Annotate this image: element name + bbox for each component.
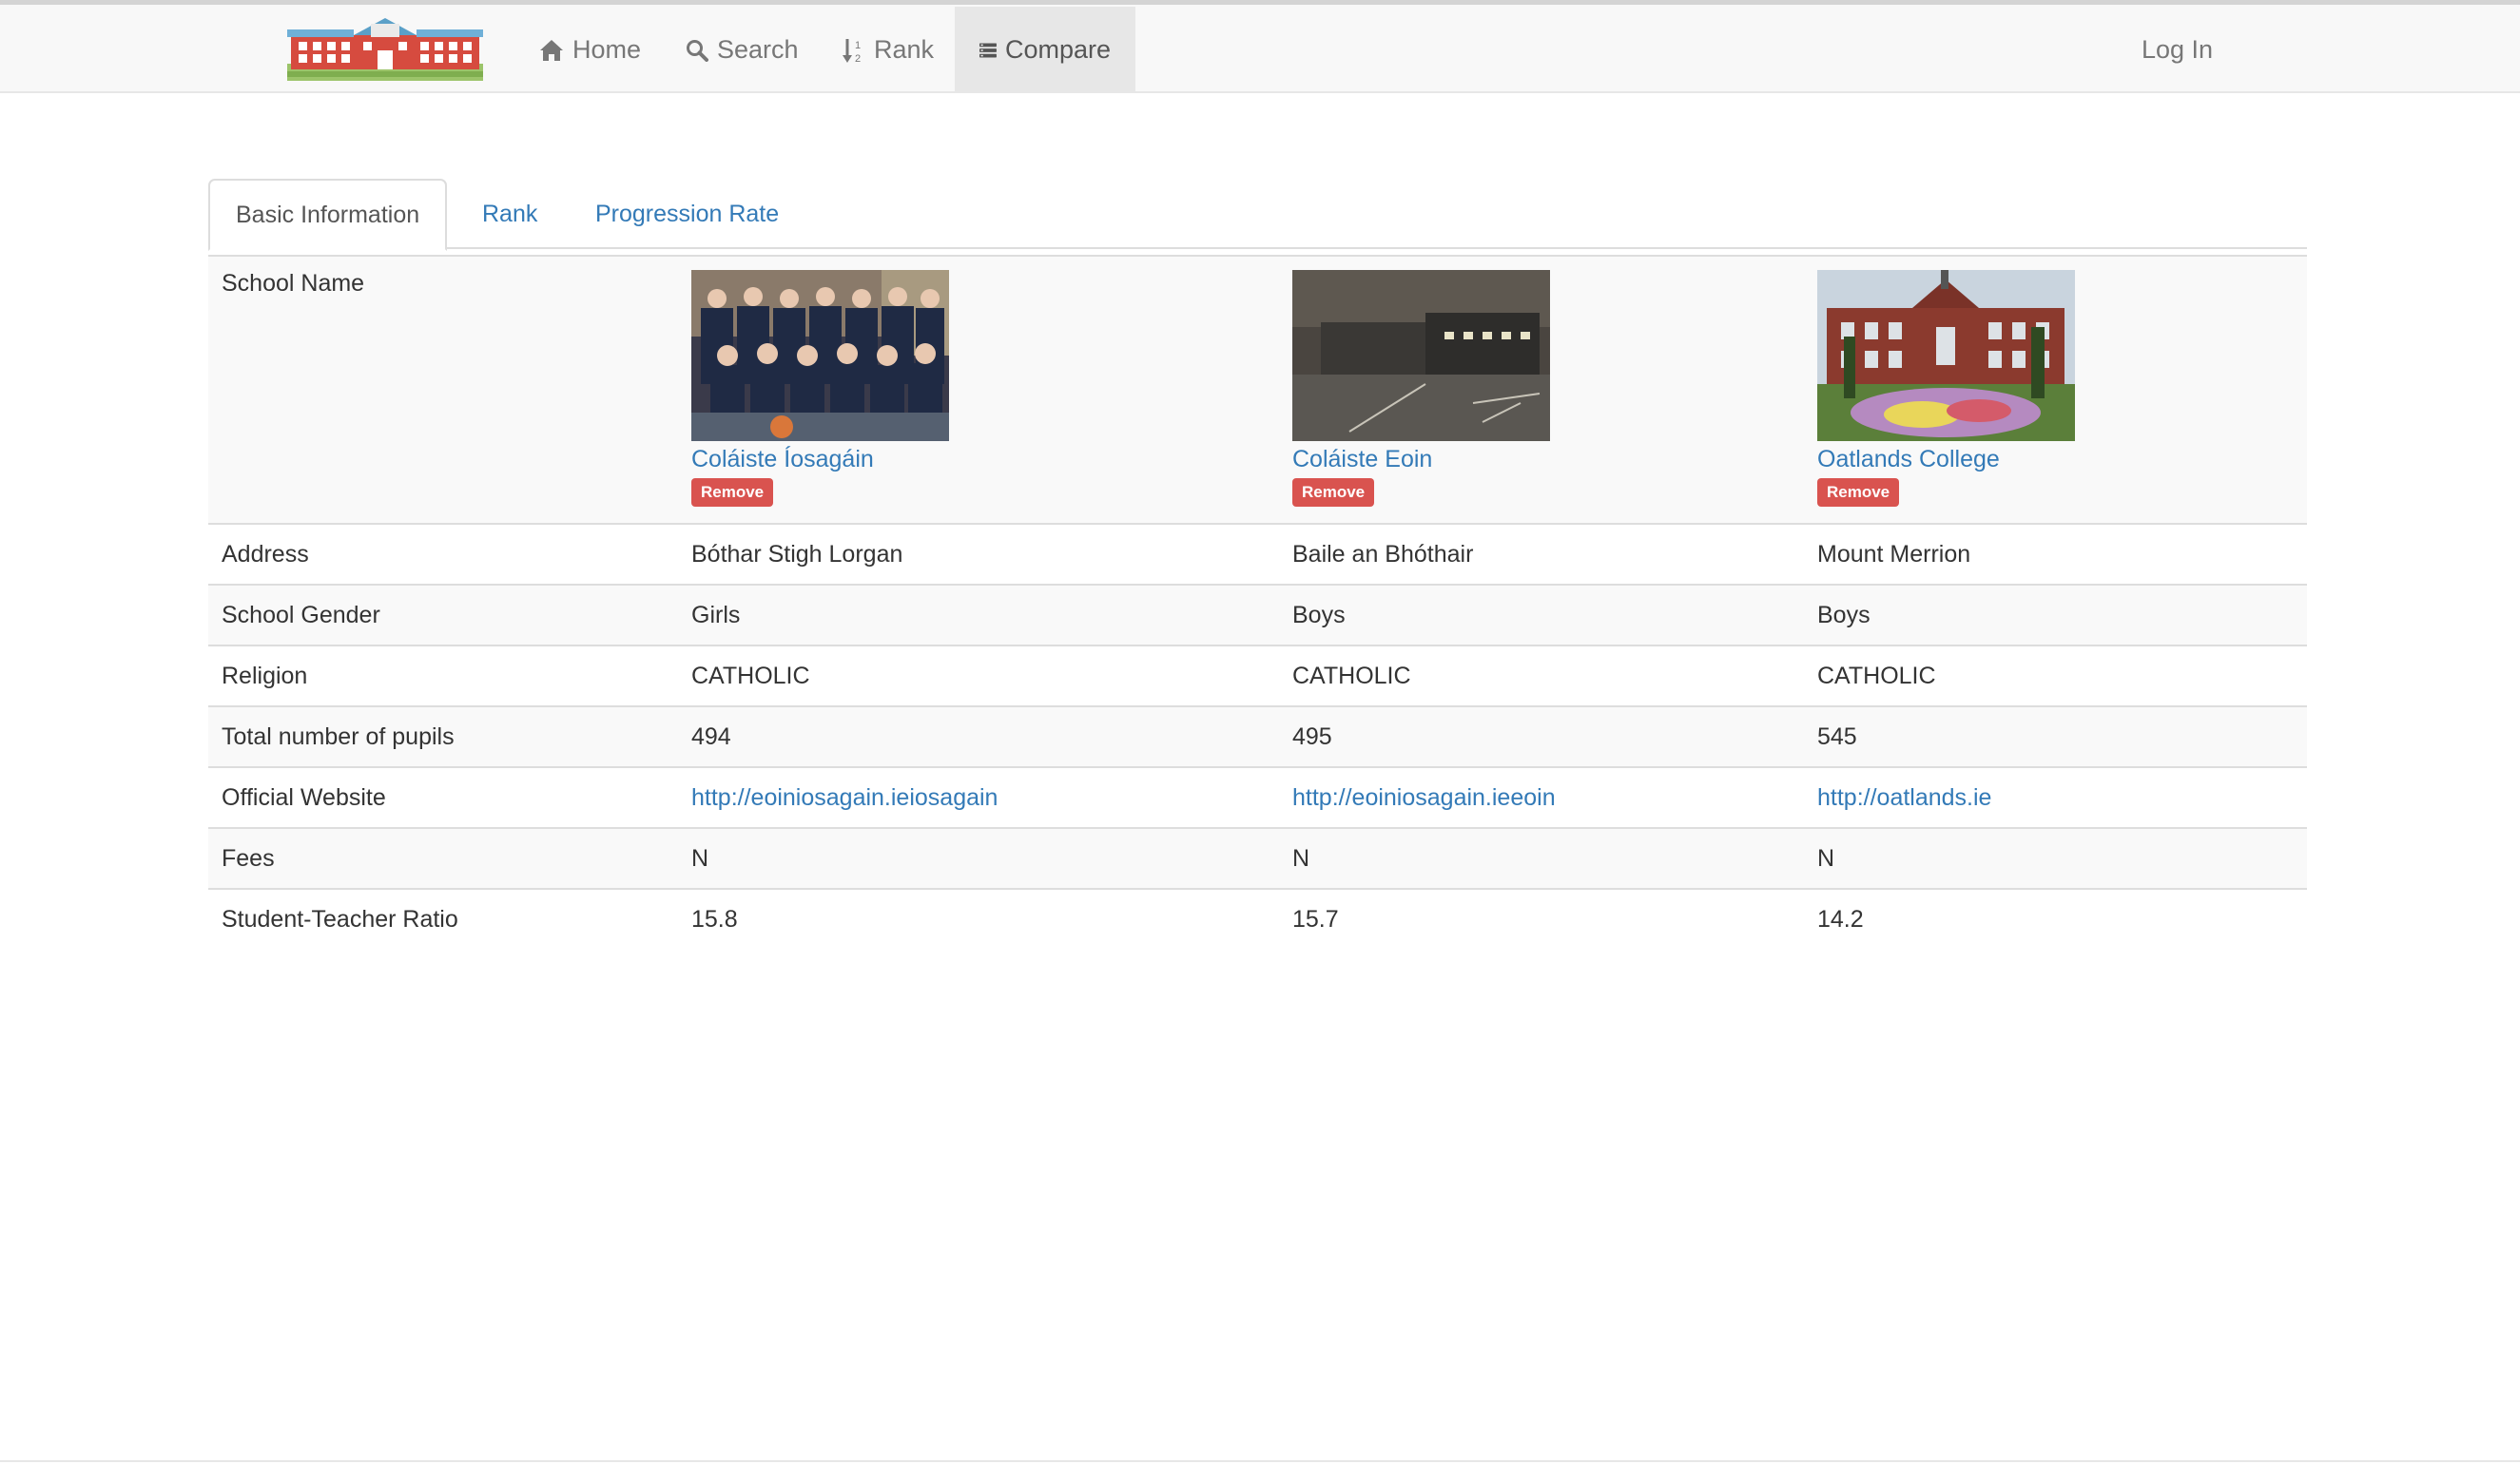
nav-home[interactable]: Home — [514, 7, 666, 93]
login-link[interactable]: Log In — [2117, 7, 2238, 93]
remove-button[interactable]: Remove — [1817, 478, 1900, 507]
table-cell: 15.8 — [678, 888, 1279, 950]
table-row: Official Website http://eoiniosagain.iei… — [208, 766, 2307, 828]
table-row: Religion CATHOLIC CATHOLIC CATHOLIC — [208, 645, 2307, 706]
school-cell: Coláiste Íosagáin Remove — [678, 255, 1279, 524]
table-cell: Bóthar Stigh Lorgan — [678, 523, 1279, 585]
table-cell: http://eoiniosagain.ieiosagain — [678, 766, 1279, 828]
table-cell: 494 — [678, 705, 1279, 767]
school-name-link[interactable]: Coláiste Íosagáin — [691, 443, 1266, 475]
school-name-link[interactable]: Coláiste Eoin — [1292, 443, 1791, 475]
nav-rank-label: Rank — [874, 35, 935, 64]
tab-basic-information[interactable]: Basic Information — [208, 179, 448, 251]
table-row: Fees N N N — [208, 827, 2307, 889]
table-cell: 15.7 — [1279, 888, 1804, 950]
footer-divider — [0, 1460, 2520, 1462]
row-label: School Gender — [208, 584, 678, 645]
table-row: School Name Coláiste Íosagáin Remove Col… — [208, 255, 2307, 524]
table-cell: 495 — [1279, 705, 1804, 767]
nav-compare-label: Compare — [1004, 35, 1111, 64]
table-cell: Baile an Bhóthair — [1279, 523, 1804, 585]
nav-home-label: Home — [572, 35, 642, 64]
home-icon — [540, 39, 563, 61]
table-cell: Boys — [1279, 584, 1804, 645]
table-cell: N — [678, 827, 1279, 889]
row-label: Fees — [208, 827, 678, 889]
website-link[interactable]: http://oatlands.ie — [1817, 784, 1991, 811]
search-icon — [687, 39, 708, 62]
row-label: School Name — [208, 255, 678, 524]
table-cell: N — [1804, 827, 2307, 889]
table-row: Total number of pupils 494 495 545 — [208, 705, 2307, 767]
comparison-table: School Name Coláiste Íosagáin Remove Col… — [208, 255, 2307, 950]
table-cell: 545 — [1804, 705, 2307, 767]
table-row: Student-Teacher Ratio 15.8 15.7 14.2 — [208, 888, 2307, 950]
nav-search-label: Search — [717, 35, 799, 64]
nav-compare[interactable]: Compare — [955, 7, 1135, 93]
list-icon — [979, 43, 997, 57]
login-label: Log In — [2142, 35, 2214, 64]
svg-text:1: 1 — [855, 40, 861, 51]
school-photo — [1817, 270, 2075, 441]
svg-text:2: 2 — [855, 53, 861, 64]
table-cell: CATHOLIC — [678, 645, 1279, 706]
school-cell: Oatlands College Remove — [1804, 255, 2307, 524]
nav-search[interactable]: Search — [661, 7, 824, 93]
row-label: Religion — [208, 645, 678, 706]
table-row: School Gender Girls Boys Boys — [208, 584, 2307, 645]
row-label: Total number of pupils — [208, 705, 678, 767]
school-name-link[interactable]: Oatlands College — [1817, 443, 2294, 475]
remove-button[interactable]: Remove — [1292, 478, 1375, 507]
row-label: Student-Teacher Ratio — [208, 888, 678, 950]
tab-rank[interactable]: Rank — [456, 179, 563, 249]
top-navbar: Home Search 1 2 Rank Compare Log In — [0, 0, 2520, 93]
website-link[interactable]: http://eoiniosagain.ieiosagain — [691, 784, 998, 811]
table-cell: CATHOLIC — [1279, 645, 1804, 706]
table-cell: Boys — [1804, 584, 2307, 645]
table-cell: Mount Merrion — [1804, 523, 2307, 585]
table-cell: 14.2 — [1804, 888, 2307, 950]
remove-button[interactable]: Remove — [691, 478, 774, 507]
table-row: Address Bóthar Stigh Lorgan Baile an Bhó… — [208, 523, 2307, 585]
tab-progression-rate[interactable]: Progression Rate — [570, 179, 804, 249]
row-label: Official Website — [208, 766, 678, 828]
table-cell: Girls — [678, 584, 1279, 645]
website-link[interactable]: http://eoiniosagain.ieeoin — [1292, 784, 1556, 811]
school-cell: Coláiste Eoin Remove — [1279, 255, 1804, 524]
school-photo — [1292, 270, 1550, 441]
school-photo — [691, 270, 949, 441]
table-cell: CATHOLIC — [1804, 645, 2307, 706]
school-logo[interactable] — [287, 16, 483, 81]
nav-rank[interactable]: 1 2 Rank — [818, 7, 959, 93]
table-cell: http://oatlands.ie — [1804, 766, 2307, 828]
row-label: Address — [208, 523, 678, 585]
comparison-tabs: Basic Information Rank Progression Rate — [208, 179, 2307, 251]
table-cell: N — [1279, 827, 1804, 889]
table-cell: http://eoiniosagain.ieeoin — [1279, 766, 1804, 828]
sort-order-icon: 1 2 — [843, 38, 861, 64]
